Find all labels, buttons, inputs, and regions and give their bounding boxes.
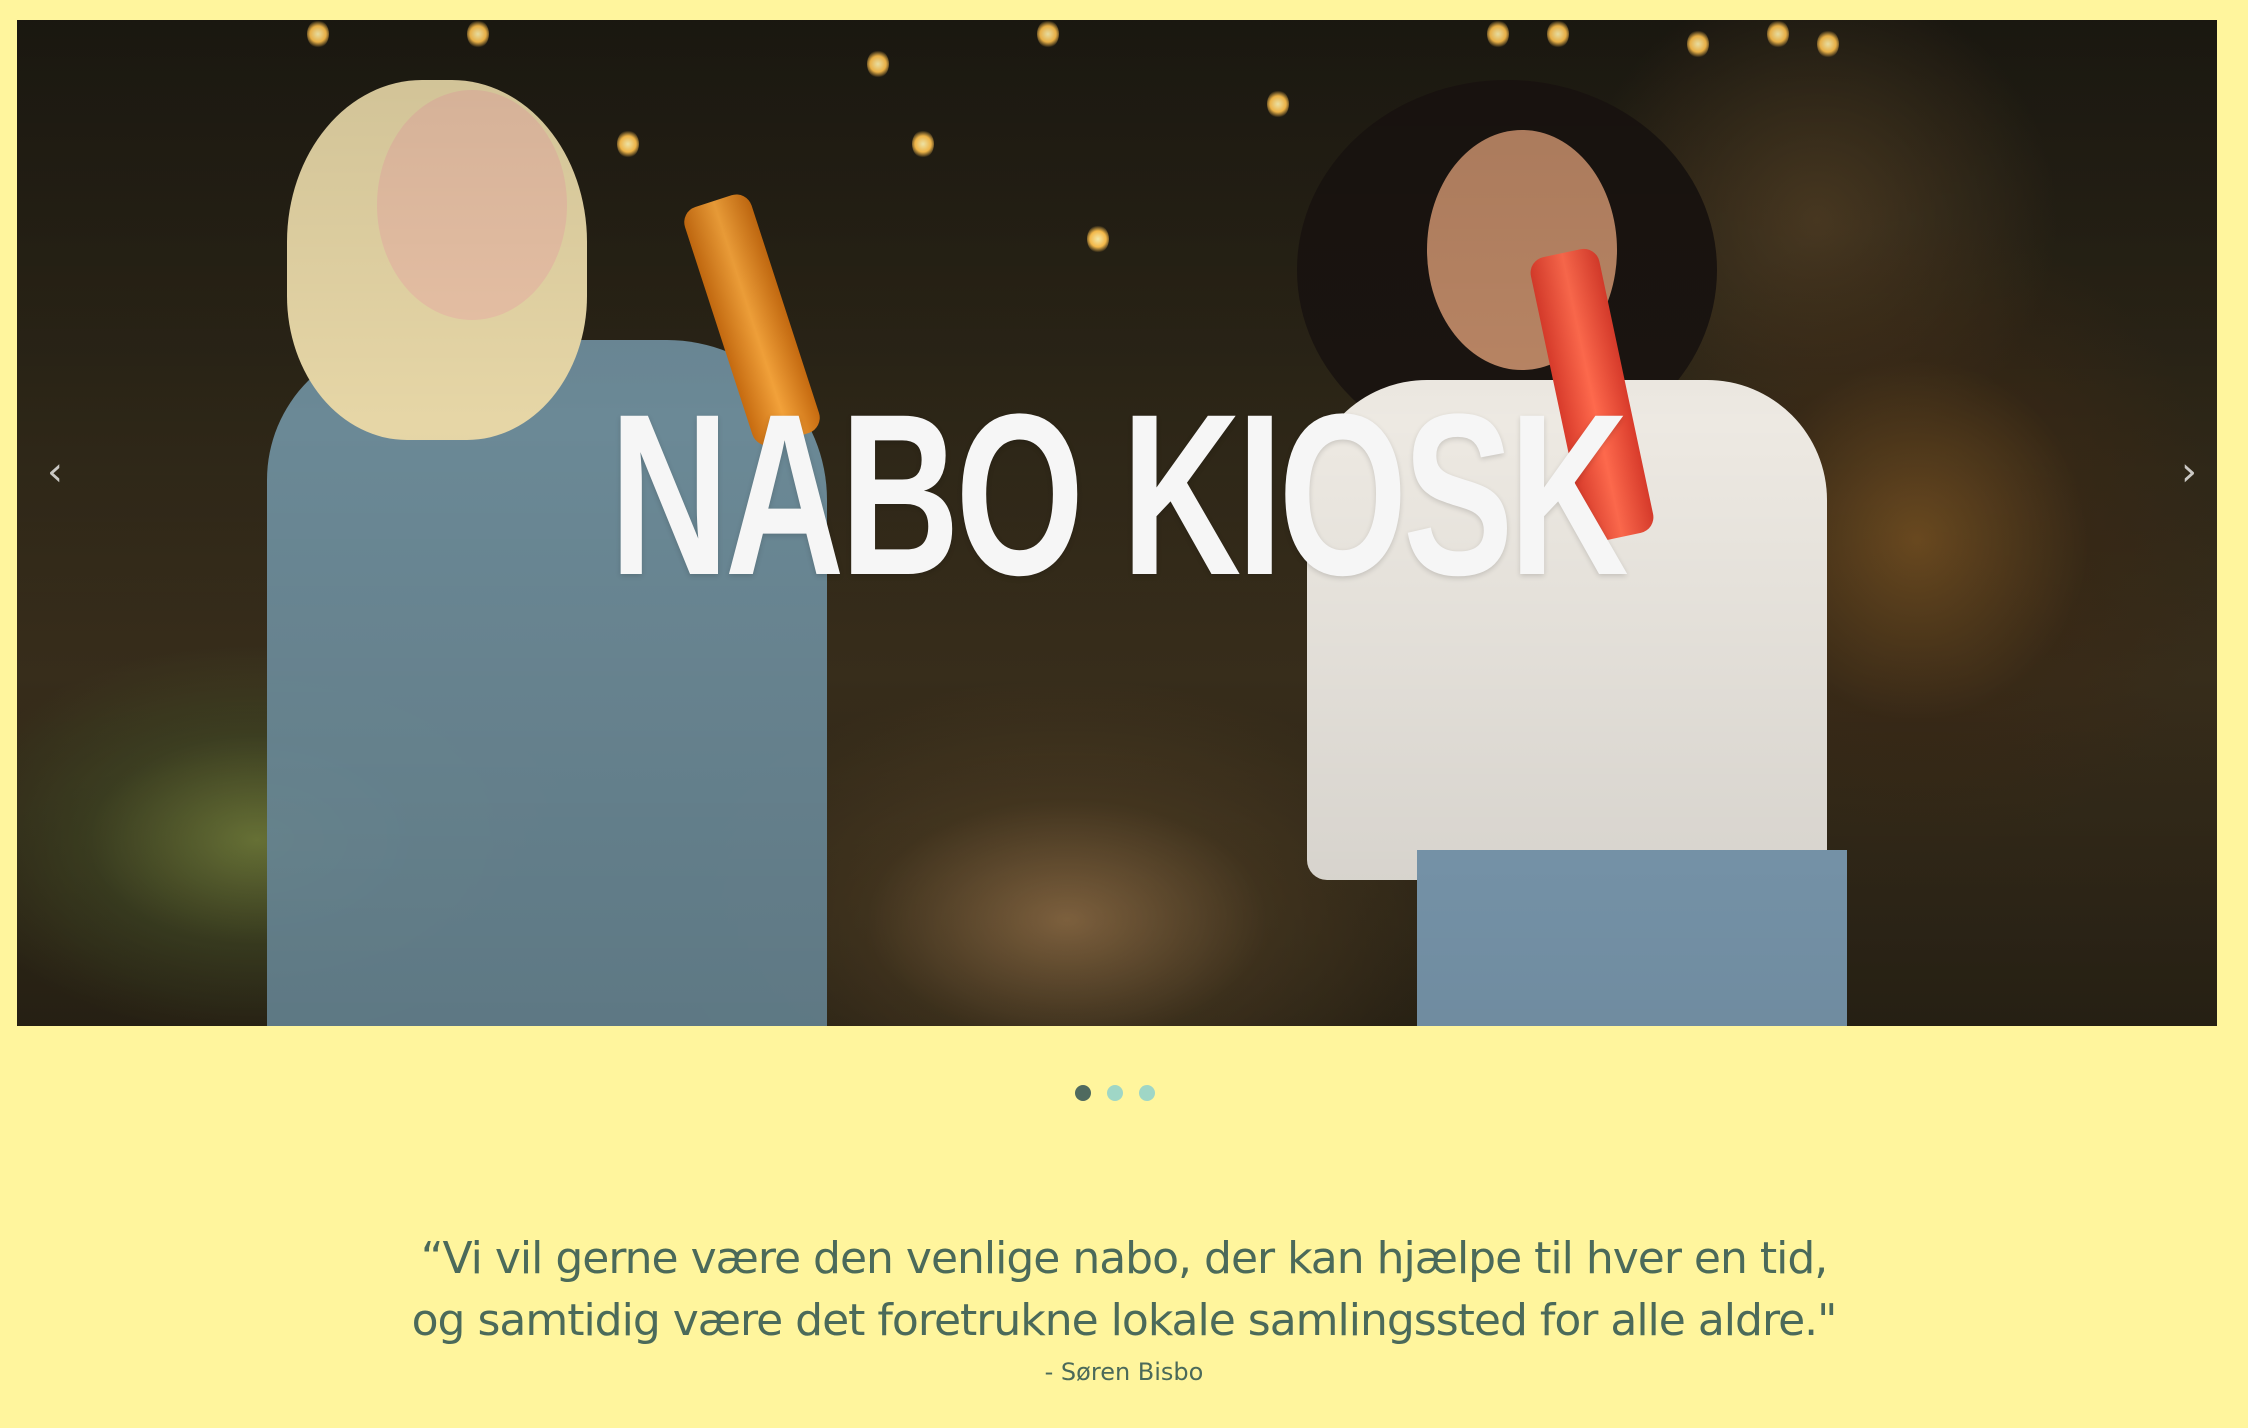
carousel-dot-1[interactable] (1075, 1085, 1091, 1101)
quote-line-1: “Vi vil gerne være den venlige nabo, der… (420, 1233, 1829, 1284)
quote: “Vi vil gerne være den venlige nabo, der… (0, 1228, 2248, 1352)
carousel-prev-arrow-icon[interactable]: ‹ (47, 452, 63, 492)
quote-line-2: og samtidig være det foretrukne lokale s… (411, 1295, 1838, 1346)
carousel-pagination (1075, 1085, 1155, 1101)
carousel-next-arrow-icon[interactable]: › (2181, 452, 2197, 492)
hero-title: NABO KIOSK (609, 366, 1629, 623)
carousel-dot-3[interactable] (1139, 1085, 1155, 1101)
carousel-dot-2[interactable] (1107, 1085, 1123, 1101)
hero-carousel: NABO KIOSK ‹ › (17, 20, 2217, 1026)
quote-attribution: - Søren Bisbo (1044, 1358, 1204, 1386)
